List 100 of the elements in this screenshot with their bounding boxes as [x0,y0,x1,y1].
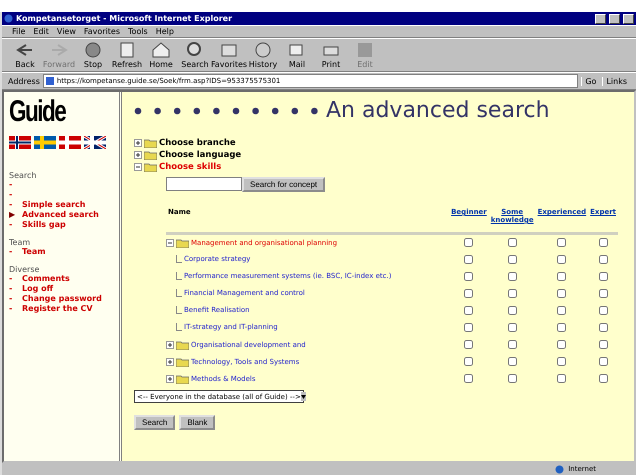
level-checkbox[interactable] [598,340,608,348]
level-checkbox[interactable] [598,306,608,314]
level-checkbox[interactable] [557,288,566,298]
level-checkbox[interactable] [508,238,517,246]
close-button[interactable] [623,14,634,24]
sidebar-link[interactable]: - Skills gap [9,220,114,230]
toolbar-button[interactable]: Stop [76,40,110,70]
search-concept-button[interactable]: Search for concept [242,177,326,192]
level-checkbox[interactable] [508,322,517,332]
tree-line-icon [176,289,182,297]
filter-toggle[interactable]: Choose language [134,149,622,161]
form-button[interactable]: Blank [179,415,216,430]
bullet-marker: ▶ [9,210,16,220]
menu-item[interactable]: Edit [29,27,53,36]
filter-toggle[interactable]: Choose branche [134,137,622,149]
tree-line-icon [176,272,182,280]
level-checkbox[interactable] [464,356,474,366]
menu-item[interactable]: Tools [124,27,152,36]
expand-icon [166,340,174,348]
sidebar-link[interactable]: - [9,190,114,200]
menu-item[interactable]: View [52,27,80,36]
sidebar-link[interactable]: - Change password [9,294,114,304]
links-button[interactable]: Links [602,76,630,86]
level-checkbox[interactable] [557,374,566,382]
level-checkbox[interactable] [464,254,474,264]
menu-item[interactable]: Help [152,27,178,36]
level-checkbox[interactable] [464,306,474,314]
level-checkbox[interactable] [598,254,608,264]
maximize-button[interactable] [609,14,620,24]
level-checkbox[interactable] [508,254,517,264]
globe-icon [555,464,564,474]
level-checkbox[interactable] [598,374,608,382]
logo: Guide [9,96,67,128]
level-checkbox[interactable] [557,306,566,314]
home-icon [150,41,172,59]
level-checkbox[interactable] [464,322,474,332]
minimize-button[interactable] [595,14,606,24]
level-checkbox[interactable] [508,288,517,298]
bullet-marker: - [9,274,14,284]
level-checkbox[interactable] [598,356,608,366]
sidebar-link[interactable]: - Log off [9,284,114,294]
collapse-icon [134,163,142,171]
level-checkbox[interactable] [464,374,474,382]
section-title: Diverse [9,265,40,274]
toolbar-button[interactable]: Mail [280,40,314,70]
level-checkbox[interactable] [508,272,517,280]
menu-item[interactable]: Favorites [80,27,124,36]
level-checkbox[interactable] [464,238,474,246]
sidebar-link[interactable]: ▶ Advanced search [9,210,114,220]
toolbar-button[interactable]: Back [8,40,42,70]
collapse-icon [166,238,174,246]
toolbar-button[interactable]: History [246,40,280,70]
level-checkbox[interactable] [557,356,566,366]
bullet-marker: - [9,200,14,210]
filter-toggle[interactable]: Choose skills [134,161,622,173]
flag-icon[interactable] [84,136,106,149]
sidebar-link[interactable]: - Simple search [9,200,114,210]
toolbar-button[interactable]: Search [178,40,212,70]
expand-icon [134,139,142,147]
level-checkbox[interactable] [508,340,517,348]
sidebar-link[interactable]: - Register the CV [9,304,114,314]
tree-line-icon [176,323,182,331]
go-button[interactable]: Go [581,76,600,86]
level-checkbox[interactable] [557,254,566,264]
level-checkbox[interactable] [464,340,474,348]
dropdown-arrow-icon [300,394,306,398]
level-checkbox[interactable] [508,356,517,366]
expand-icon [166,358,174,366]
level-checkbox[interactable] [464,272,474,280]
menu-item[interactable]: File [8,27,30,36]
toolbar-button[interactable]: Favorites [212,40,246,70]
sidebar-link[interactable]: - Team [9,247,114,257]
flag-icon[interactable] [9,136,31,149]
sidebar-link[interactable]: - Comments [9,274,114,284]
bullet-marker: - [9,190,14,200]
sidebar-link[interactable]: - [9,180,114,190]
level-checkbox[interactable] [598,288,608,298]
level-checkbox[interactable] [508,374,517,382]
level-checkbox[interactable] [598,322,608,332]
level-checkbox[interactable] [557,238,566,246]
level-checkbox[interactable] [464,288,474,298]
toolbar-button[interactable]: Print [314,40,348,70]
level-checkbox[interactable] [508,306,517,314]
toolbar-button[interactable]: Home [144,40,178,70]
bullet-marker: - [9,220,14,230]
bullet-marker: - [9,294,14,304]
bullet-marker: - [9,180,14,190]
browser-icon [4,14,13,23]
bullet-marker: - [9,304,14,314]
expand-icon [166,374,174,382]
concept-field[interactable] [166,177,242,191]
page-icon [46,77,54,85]
level-checkbox[interactable] [598,272,608,280]
form-button[interactable]: Search [134,415,176,430]
level-checkbox[interactable] [557,272,566,280]
level-checkbox[interactable] [557,322,566,332]
level-checkbox[interactable] [557,340,566,348]
toolbar-button[interactable]: Refresh [110,40,144,70]
bullet-marker: - [9,247,14,257]
level-checkbox[interactable] [598,238,608,246]
